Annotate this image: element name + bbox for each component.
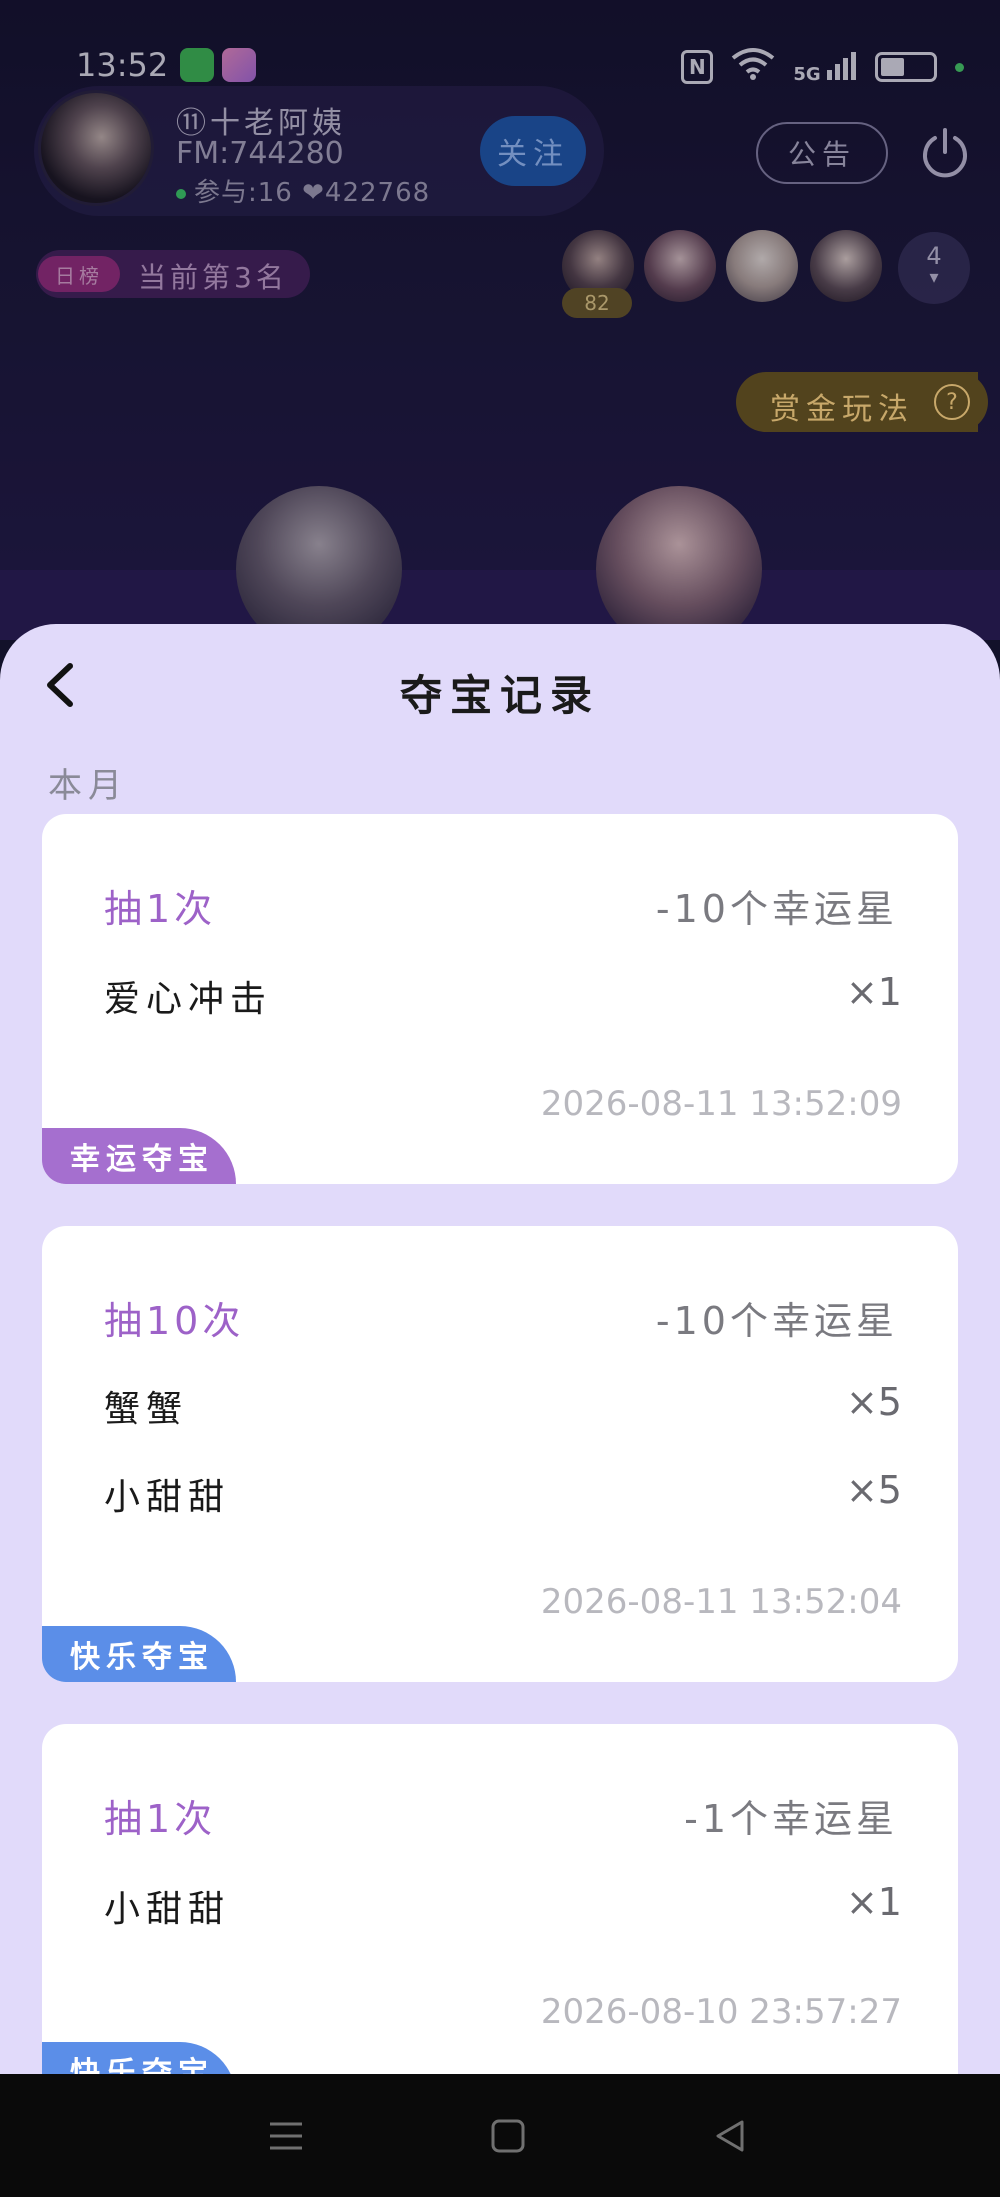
daily-rank-text: 当前第3名: [138, 261, 288, 294]
voice-room-background: 13:52 N 5G ⑪十老阿姨 FM:744280 参与:16 ❤422768…: [0, 0, 1000, 652]
help-icon[interactable]: ?: [934, 384, 970, 420]
record-time: 2026-08-10 23:57:27: [540, 1992, 902, 2032]
notice-button[interactable]: 公告: [756, 122, 888, 184]
record-time: 2026-08-11 13:52:04: [540, 1582, 902, 1622]
record-time: 2026-08-11 13:52:09: [540, 1084, 902, 1124]
record-item-qty: ×5: [845, 1468, 902, 1512]
home-icon[interactable]: [486, 2114, 530, 2158]
record-tag: 幸运夺宝: [42, 1128, 236, 1184]
record-cost: -10个幸运星: [655, 1299, 898, 1343]
record-card: 抽1次 -1个幸运星 小甜甜 ×1 2026-08-10 23:57:27 快乐…: [42, 1724, 958, 2074]
charging-dot: [955, 62, 964, 72]
audience-count-button[interactable]: 4 ▾: [898, 232, 970, 304]
audience-avatar[interactable]: [562, 230, 634, 302]
status-time: 13:52: [76, 46, 169, 84]
record-draw: 抽1次: [104, 1797, 217, 1841]
host-avatar[interactable]: [38, 90, 154, 206]
record-item-name: 爱心冲击: [104, 979, 273, 1020]
back-nav-icon[interactable]: [708, 2114, 752, 2158]
record-card: 抽1次 -10个幸运星 爱心冲击 ×1 2026-08-11 13:52:09 …: [42, 814, 958, 1184]
network-type: 5G: [793, 63, 821, 85]
sheet-header: 夺宝记录: [0, 624, 1000, 744]
record-item-name: 蟹蟹: [104, 1389, 189, 1430]
host-name: ⑪十老阿姨: [176, 106, 346, 141]
bounty-play-label: 赏金玩法: [770, 392, 914, 427]
record-draw: 抽1次: [104, 887, 217, 931]
wechat-icon: [180, 48, 214, 82]
record-draw: 抽10次: [104, 1299, 245, 1343]
follow-button[interactable]: 关注: [480, 116, 586, 186]
daily-rank-pill[interactable]: [36, 250, 310, 298]
system-nav-bar: [0, 2074, 1000, 2197]
signal-icon: 5G: [793, 50, 857, 85]
audience-level-badge: 82: [562, 288, 632, 318]
page-title: 夺宝记录: [399, 671, 600, 720]
record-item-qty: ×5: [845, 1380, 902, 1424]
online-dot: [176, 188, 186, 199]
audience-count: 4: [926, 242, 942, 270]
status-bar: 13:52 N 5G: [0, 40, 1000, 96]
app-icon: [222, 48, 256, 82]
host-stats: 参与:16 ❤422768: [176, 172, 430, 209]
battery-icon: [875, 52, 937, 82]
chevron-down-icon: ▾: [929, 267, 939, 288]
record-tag: 快乐夺宝: [42, 2042, 236, 2074]
host-card[interactable]: [34, 86, 604, 216]
hearts-count: 422768: [324, 178, 431, 208]
battery-level: [881, 58, 904, 76]
wifi-icon: [731, 46, 775, 88]
record-cost: -10个幸运星: [655, 887, 898, 931]
record-item-qty: ×1: [845, 970, 902, 1014]
heart-icon: ❤: [302, 178, 325, 208]
nfc-icon: N: [681, 50, 714, 84]
power-icon[interactable]: [918, 126, 972, 180]
record-item-qty: ×1: [845, 1880, 902, 1924]
record-item-name: 小甜甜: [104, 1889, 231, 1930]
daily-rank-tag: 日榜: [38, 256, 120, 292]
treasure-record-sheet: 夺宝记录 本月 抽1次 -10个幸运星 爱心冲击 ×1 2026-08-11 1…: [0, 624, 1000, 2074]
participants-count: 参与:16: [194, 178, 293, 208]
audience-avatar[interactable]: [644, 230, 716, 302]
record-item-name: 小甜甜: [104, 1477, 231, 1518]
audience-avatar[interactable]: [726, 230, 798, 302]
record-tag: 快乐夺宝: [42, 1626, 236, 1682]
menu-icon[interactable]: [264, 2114, 308, 2158]
host-fm-id: FM:744280: [176, 136, 344, 171]
status-icons: N 5G: [681, 46, 964, 88]
audience-avatar[interactable]: [810, 230, 882, 302]
record-card: 抽10次 -10个幸运星 蟹蟹 ×5 小甜甜 ×5 2026-08-11 13:…: [42, 1226, 958, 1682]
section-label-month: 本月: [48, 766, 128, 806]
record-cost: -1个幸运星: [684, 1797, 898, 1841]
